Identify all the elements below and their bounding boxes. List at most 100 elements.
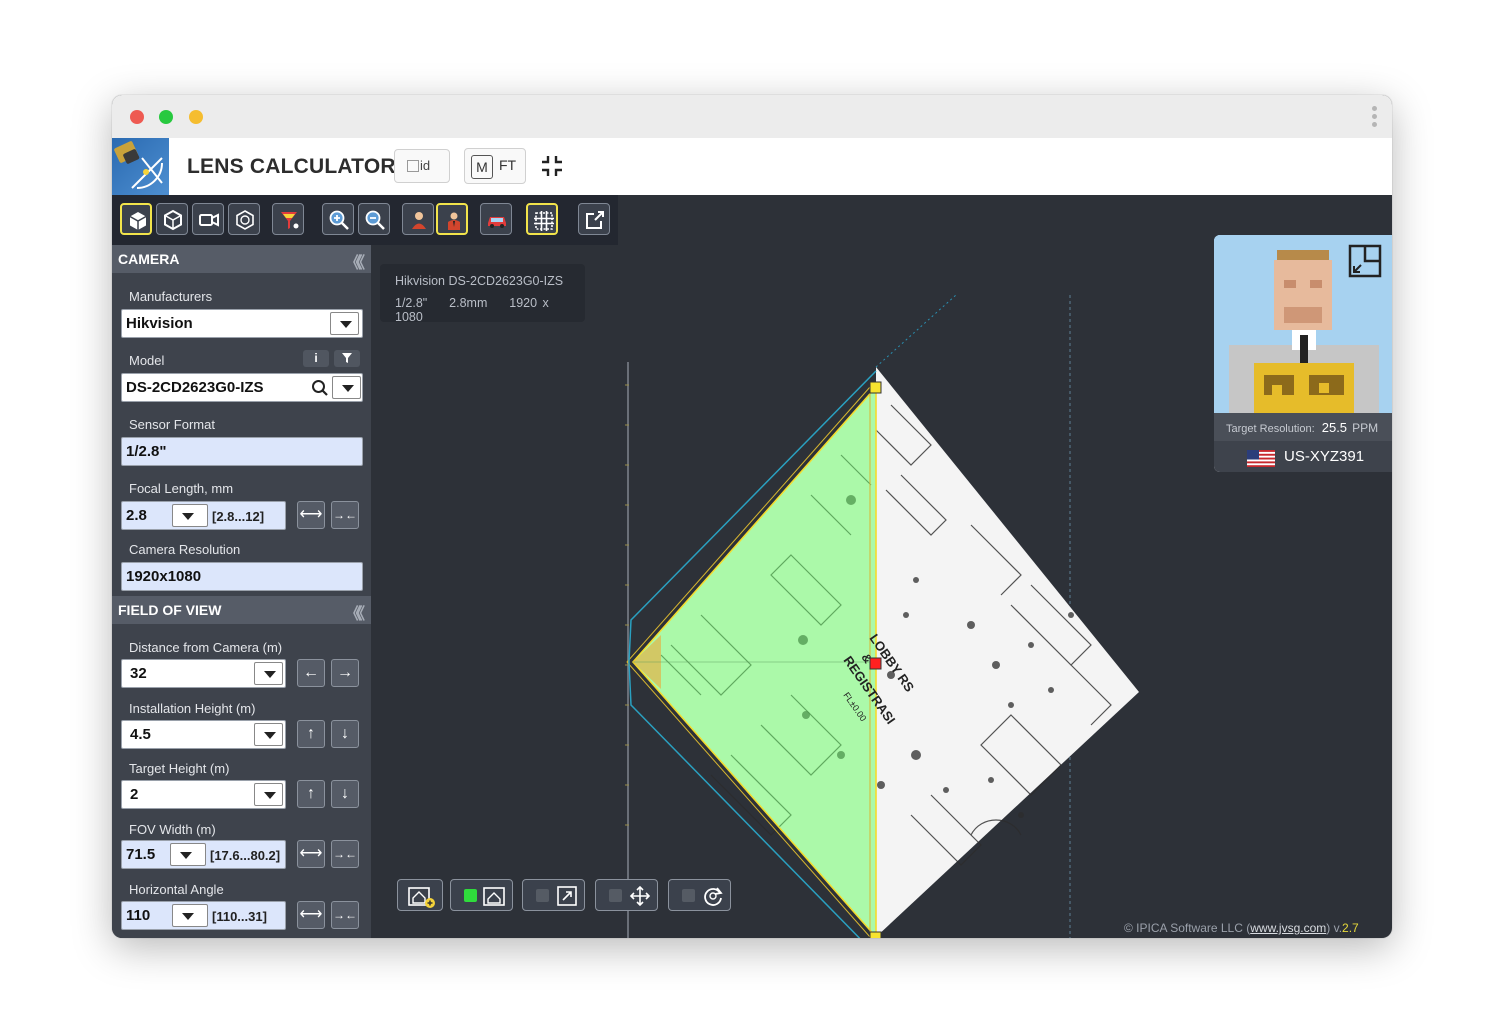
zoom-in-icon[interactable]	[322, 203, 354, 235]
footer-copyright: © IPICA Software LLC (	[1124, 921, 1251, 935]
collapse-fullscreen-icon[interactable]	[540, 154, 564, 178]
installation-height-field[interactable]: 4.5	[121, 720, 286, 749]
id-image-alt: id	[420, 158, 431, 173]
app-window: LENS CALCULATOR id M FT CAMERA 《《 Manufa…	[112, 95, 1392, 938]
chevron-down-icon[interactable]	[330, 312, 359, 335]
move-toggle-button[interactable]	[595, 879, 658, 911]
target-resolution-label: Target Resolution:	[1226, 423, 1315, 435]
floor-plan-image	[876, 367, 1139, 937]
distance-field[interactable]: 32	[121, 659, 286, 688]
license-plate-text: US-XYZ391	[1284, 448, 1365, 465]
camera-info-box: Hikvision DS-2CD2623G0-IZS 1/2.8" 2.8mm …	[380, 264, 585, 324]
ppm-unit: PPM	[1352, 421, 1379, 435]
camera-resolution-field[interactable]: 1920x1080	[121, 562, 363, 591]
unit-toggle[interactable]: M FT	[464, 148, 526, 184]
distance-increase-button[interactable]: →	[331, 659, 359, 687]
collapse-chevron-icon[interactable]: 《《	[345, 600, 365, 624]
camera-view-button[interactable]	[192, 203, 224, 235]
chevron-down-icon[interactable]	[254, 723, 283, 746]
footer-link[interactable]: www.jvsg.com	[1250, 921, 1326, 935]
focal-narrow-button[interactable]: →←	[331, 501, 359, 529]
horizontal-angle-label: Horizontal Angle	[129, 882, 224, 897]
installation-height-label: Installation Height (m)	[129, 701, 256, 716]
angle-narrow-button[interactable]: →←	[331, 901, 359, 929]
target-preview-image	[1214, 235, 1392, 413]
model-value: DS-2CD2623G0-IZS	[126, 379, 264, 396]
view-box-button[interactable]	[156, 203, 188, 235]
rotate-icon	[704, 887, 723, 906]
angle-widen-button[interactable]: ⟷	[297, 901, 325, 929]
chevron-down-icon[interactable]	[172, 904, 208, 927]
unit-ft-option[interactable]: FT	[499, 157, 516, 173]
target-height-up-button[interactable]: ↑	[297, 780, 325, 808]
info-sensor: 1/2.8"	[395, 296, 428, 310]
chevron-down-icon[interactable]	[170, 843, 206, 866]
expand-preview-icon[interactable]	[1348, 244, 1382, 278]
target-resolution-row: Target Resolution: 25.5 PPM	[1214, 413, 1392, 441]
chevron-down-icon[interactable]	[172, 504, 208, 527]
add-floor-plan-button[interactable]	[397, 879, 443, 911]
broken-image-icon	[407, 160, 419, 172]
fov-section-header[interactable]: FIELD OF VIEW 《《	[112, 596, 371, 624]
target-height-label: Target Height (m)	[129, 761, 230, 776]
color-filter-button[interactable]	[272, 203, 304, 235]
fov-top-handle	[869, 381, 882, 394]
chevron-down-icon[interactable]	[254, 662, 283, 685]
focal-widen-button[interactable]: ⟷	[297, 501, 325, 529]
installation-height-up-button[interactable]: ↑	[297, 720, 325, 748]
target-height-down-button[interactable]: ↓	[331, 780, 359, 808]
license-plate-row: US-XYZ391	[1214, 441, 1392, 472]
toggle-off-indicator	[682, 889, 695, 902]
manufacturer-select[interactable]: Hikvision	[121, 309, 363, 338]
fov-narrow-button[interactable]: →←	[331, 840, 359, 868]
maximize-window-button[interactable]	[159, 110, 173, 124]
target-height-field[interactable]: 2	[121, 780, 286, 809]
horizontal-angle-field[interactable]: 110 [110...31]	[121, 901, 286, 930]
installation-height-value: 4.5	[130, 726, 151, 743]
id-image-button[interactable]: id	[394, 149, 450, 183]
collapse-chevron-icon[interactable]: 《《	[345, 249, 365, 273]
installation-height-down-button[interactable]: ↓	[331, 720, 359, 748]
camera-section-header[interactable]: CAMERA 《《	[112, 245, 371, 273]
focal-length-field[interactable]: 2.8 [2.8...12]	[121, 501, 286, 530]
ppm-value: 25.5	[1321, 420, 1348, 435]
fov-width-range: [17.6...80.2]	[210, 848, 281, 863]
title-bar	[112, 95, 1392, 138]
distance-decrease-button[interactable]: ←	[297, 659, 325, 687]
minimize-window-button[interactable]	[189, 110, 203, 124]
wireframe-view-button[interactable]	[228, 203, 260, 235]
model-select[interactable]: DS-2CD2623G0-IZS	[121, 373, 363, 402]
ppm-preview-card: Target Resolution: 25.5 PPM US-XYZ391	[1214, 235, 1392, 472]
info-focal: 2.8mm	[449, 296, 488, 310]
toggle-off-indicator	[536, 889, 549, 902]
rotate-toggle-button[interactable]	[668, 879, 731, 911]
footer-version: 2.7	[1342, 921, 1359, 935]
sensor-format-field[interactable]: 1/2.8"	[121, 437, 363, 466]
search-icon[interactable]	[311, 379, 329, 397]
view-3d-button[interactable]	[120, 203, 152, 235]
close-window-button[interactable]	[130, 110, 144, 124]
toggle-on-indicator	[464, 889, 477, 902]
manufacturers-label: Manufacturers	[129, 289, 213, 304]
unit-m-option[interactable]: M	[471, 155, 493, 179]
focal-length-value: 2.8	[126, 507, 147, 524]
target-height-value: 2	[130, 786, 139, 803]
filter-icon[interactable]	[334, 350, 360, 367]
app-logo	[112, 138, 169, 195]
focal-length-label: Focal Length, mm	[129, 481, 234, 496]
floor-plan-toggle-button[interactable]	[450, 879, 513, 911]
fov-width-value: 71.5	[126, 846, 156, 863]
sidebar: CAMERA 《《 Manufacturers Hikvision Model …	[112, 245, 371, 938]
fov-bottom-handle	[869, 931, 882, 938]
resize-toggle-button[interactable]	[522, 879, 585, 911]
fov-width-field[interactable]: 71.5 [17.6...80.2]	[121, 840, 286, 869]
house-plan-icon	[483, 887, 505, 906]
model-info-button[interactable]: i	[303, 350, 329, 367]
chevron-down-icon[interactable]	[332, 376, 361, 399]
info-camera-name: Hikvision DS-2CD2623G0-IZS	[395, 274, 564, 288]
more-options-icon[interactable]	[1370, 106, 1378, 128]
fov-widen-button[interactable]: ⟷	[297, 840, 325, 868]
move-icon	[629, 885, 651, 907]
chevron-down-icon[interactable]	[254, 783, 283, 806]
footer-credits: © IPICA Software LLC (www.jvsg.com) v.2.…	[1124, 921, 1359, 935]
